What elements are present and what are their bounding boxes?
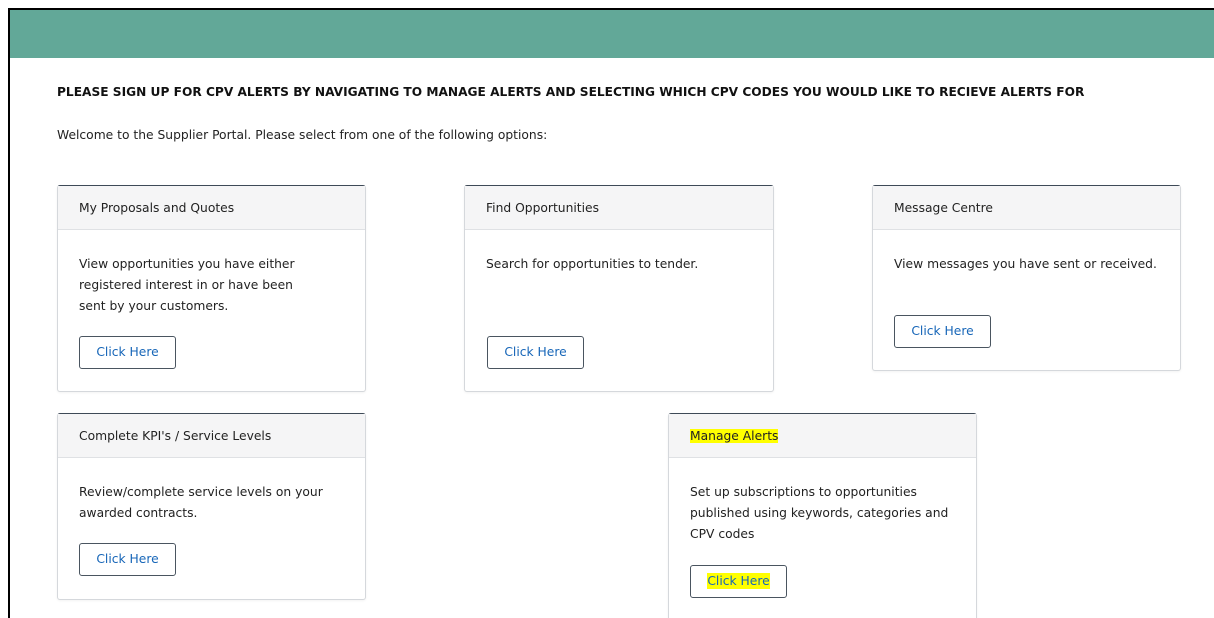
kpis-click-here-button[interactable]: Click Here <box>79 543 176 576</box>
card-alerts-header: Manage Alerts <box>669 414 976 458</box>
card-kpis-description-text: Review/complete service levels on your a… <box>79 485 323 520</box>
card-opportunities-description-text: Search for opportunities to tender. <box>486 257 699 271</box>
card-kpis-title: Complete KPI's / Service Levels <box>58 414 365 458</box>
card-proposals-title: My Proposals and Quotes <box>58 186 365 230</box>
alerts-click-here-label: Click Here <box>707 573 770 589</box>
card-messages-description: View messages you have sent or received. <box>873 230 1180 275</box>
card-proposals: My Proposals and Quotes View opportuniti… <box>57 185 366 392</box>
card-alerts-title: Manage Alerts <box>690 429 779 443</box>
alerts-click-here-button[interactable]: Click Here <box>690 565 787 598</box>
card-alerts-description-text: Set up subscriptions to opportunities pu… <box>690 485 949 541</box>
welcome-text: Welcome to the Supplier Portal. Please s… <box>57 128 548 142</box>
card-messages: Message Centre View messages you have se… <box>872 185 1181 371</box>
messages-click-here-button[interactable]: Click Here <box>894 315 991 348</box>
opportunities-click-here-button[interactable]: Click Here <box>487 336 584 369</box>
card-kpis-description: Review/complete service levels on your a… <box>58 458 341 524</box>
card-alerts: Manage Alerts Set up subscriptions to op… <box>668 413 977 618</box>
card-alerts-description: Set up subscriptions to opportunities pu… <box>669 458 958 545</box>
card-messages-title: Message Centre <box>873 186 1180 230</box>
portal-frame: PLEASE SIGN UP FOR CPV ALERTS BY NAVIGAT… <box>8 8 1214 618</box>
card-opportunities: Find Opportunities Search for opportunit… <box>464 185 774 392</box>
card-opportunities-title: Find Opportunities <box>465 186 773 230</box>
card-kpis: Complete KPI's / Service Levels Review/c… <box>57 413 366 600</box>
card-opportunities-description: Search for opportunities to tender. <box>465 230 773 275</box>
card-proposals-description: View opportunities you have either regis… <box>58 230 319 317</box>
proposals-click-here-button[interactable]: Click Here <box>79 336 176 369</box>
top-banner <box>10 10 1214 58</box>
card-messages-description-text: View messages you have sent or received. <box>894 257 1157 271</box>
card-proposals-description-text: View opportunities you have either regis… <box>79 257 295 313</box>
cpv-alerts-notice: PLEASE SIGN UP FOR CPV ALERTS BY NAVIGAT… <box>57 85 1085 99</box>
